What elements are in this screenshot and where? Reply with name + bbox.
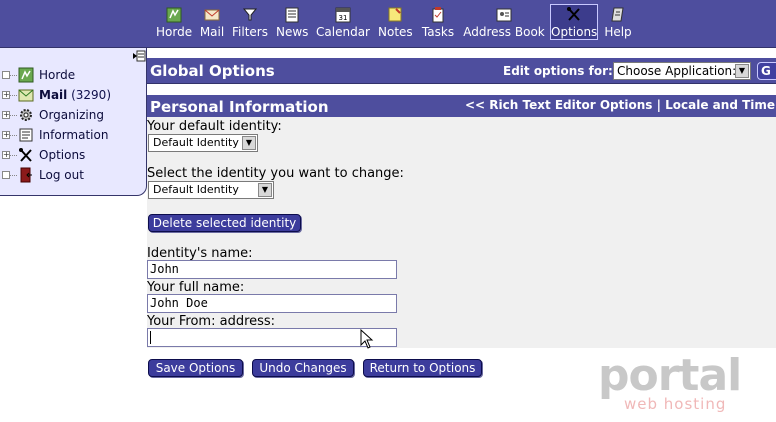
collapse-sidebar-icon[interactable] [132, 50, 146, 62]
go-button[interactable]: G [757, 62, 776, 80]
save-options-button[interactable]: Save Options [148, 359, 243, 377]
menu-notes-label: Notes [378, 25, 413, 39]
menu-address-book[interactable]: Address Book [463, 6, 545, 42]
tree-node-icon [2, 71, 10, 79]
default-identity-select[interactable]: Default Identity ▼ [148, 134, 258, 152]
tree-line [10, 95, 17, 96]
tree-expand-icon[interactable]: + [2, 151, 10, 159]
tree-expand-icon[interactable]: + [2, 91, 10, 99]
from-address-label: Your From: address: [147, 314, 276, 329]
options-icon [19, 148, 32, 162]
filter-icon [242, 8, 258, 21]
sidebar-item-options[interactable]: + Options [0, 146, 146, 164]
tree-line [10, 75, 17, 76]
sidebar-item-label: Options [39, 148, 86, 162]
news-icon [285, 7, 299, 23]
menu-horde[interactable]: Horde [156, 6, 192, 42]
tree-expand-icon[interactable]: + [2, 131, 10, 139]
mail-icon [204, 9, 220, 21]
chevron-down-icon: ▼ [258, 183, 272, 197]
watermark-sub: web hosting [624, 395, 726, 413]
mouse-cursor-icon [360, 329, 374, 349]
menu-calendar-label: Calendar [316, 25, 370, 39]
identity-name-label: Identity's name: [147, 246, 253, 261]
sidebar-item-label: Horde [39, 68, 76, 82]
tree-line [10, 115, 17, 116]
menu-address-book-label: Address Book [463, 25, 545, 39]
options-icon [567, 7, 580, 21]
tasks-icon [432, 7, 444, 23]
undo-changes-button[interactable]: Undo Changes [252, 359, 354, 377]
menu-news-label: News [276, 25, 309, 39]
application-select[interactable]: Choose Application: ▼ [613, 62, 751, 80]
sidebar-item-label: Mail (3290) [39, 86, 111, 104]
information-icon [19, 128, 33, 142]
sidebar: Horde + Mail (3290) + Organizing + Infor… [0, 48, 147, 196]
menu-mail-label: Mail [199, 25, 225, 39]
edit-options-for-label: Edit options for: [503, 64, 613, 78]
menu-tasks-label: Tasks [421, 25, 455, 39]
top-menubar: Horde Mail Filters News 31 Calendar Note… [0, 0, 776, 48]
global-options-header: Global Options Edit options for: Choose … [147, 58, 776, 84]
calendar-icon: 31 [335, 7, 351, 23]
menu-help[interactable]: Help [604, 6, 632, 42]
tree-line [10, 135, 17, 136]
full-name-label: Your full name: [147, 280, 245, 295]
page-title: Global Options [150, 62, 275, 80]
menu-tasks[interactable]: Tasks [420, 6, 456, 42]
sidebar-item-logout[interactable]: Log out [0, 166, 146, 184]
notes-icon [388, 7, 402, 22]
section-navigation-links[interactable]: << Rich Text Editor Options | Locale and… [465, 98, 776, 112]
full-name-input[interactable]: John Doe [147, 294, 397, 313]
tree-node-icon [2, 171, 10, 179]
chevron-down-icon: ▼ [735, 64, 749, 78]
application-select-value: Choose Application: [617, 64, 737, 78]
identity-form: Your default identity: Default Identity … [147, 117, 776, 348]
menu-options-label: Options [551, 25, 598, 39]
sidebar-item-label: Information [39, 128, 109, 142]
portal-watermark-logo: portal web hosting [598, 352, 742, 413]
delete-identity-button[interactable]: Delete selected identity [148, 214, 301, 232]
mail-icon [18, 89, 34, 102]
gear-icon [20, 109, 32, 121]
sidebar-item-information[interactable]: + Information [0, 126, 146, 144]
default-identity-select-value: Default Identity [153, 136, 239, 149]
identity-name-input[interactable]: John [147, 260, 397, 279]
tree-expand-icon[interactable]: + [2, 111, 10, 119]
watermark-brand: portal [598, 352, 741, 401]
sidebar-item-label: Log out [39, 168, 84, 182]
section-title: Personal Information [150, 98, 329, 116]
svg-text:31: 31 [339, 14, 348, 22]
mail-count: (3290) [71, 88, 111, 102]
change-identity-select-value: Default Identity [153, 183, 239, 196]
menu-notes[interactable]: Notes [378, 6, 413, 42]
change-identity-select[interactable]: Default Identity ▼ [148, 181, 274, 199]
help-icon [611, 7, 624, 22]
horde-icon [18, 67, 34, 83]
default-identity-label: Your default identity: [147, 119, 282, 134]
select-identity-label: Select the identity you want to change: [147, 166, 404, 181]
logout-icon [20, 167, 32, 183]
horde-icon [166, 7, 182, 23]
menu-mail[interactable]: Mail [199, 6, 225, 42]
personal-information-header: Personal Information << Rich Text Editor… [147, 95, 776, 117]
return-to-options-button[interactable]: Return to Options [363, 359, 482, 377]
sidebar-item-label: Organizing [39, 108, 104, 122]
menu-horde-label: Horde [156, 25, 193, 39]
chevron-down-icon: ▼ [242, 136, 256, 150]
tree-line [10, 175, 17, 176]
sidebar-item-horde[interactable]: Horde [0, 66, 146, 84]
sidebar-item-organizing[interactable]: + Organizing [0, 106, 146, 124]
menu-news[interactable]: News [276, 6, 308, 42]
text-caret [150, 331, 151, 344]
address-book-icon [496, 8, 512, 22]
tree-line [10, 155, 17, 156]
menu-filters[interactable]: Filters [232, 6, 268, 42]
menu-help-label: Help [604, 25, 632, 39]
sidebar-item-mail[interactable]: + Mail (3290) [0, 86, 146, 104]
menu-filters-label: Filters [232, 25, 268, 39]
menu-calendar[interactable]: 31 Calendar [316, 6, 370, 42]
menu-options[interactable]: Options [550, 4, 598, 40]
mail-label: Mail [39, 88, 68, 102]
